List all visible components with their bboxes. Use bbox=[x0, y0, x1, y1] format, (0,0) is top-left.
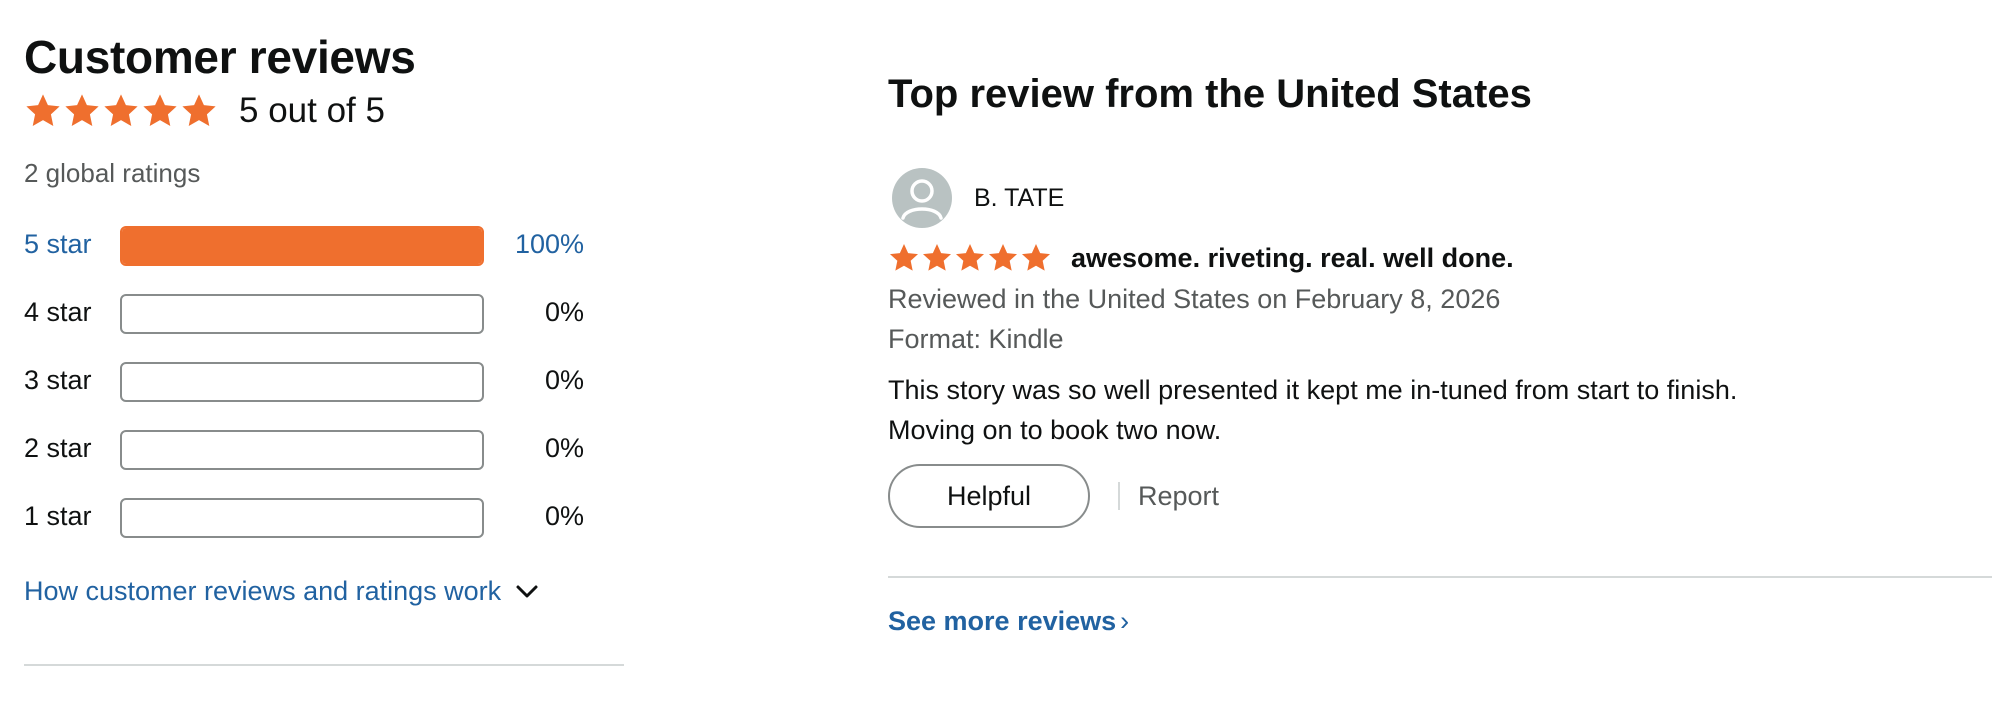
review-body: This story was so well presented it kept… bbox=[888, 370, 1888, 450]
histogram-label: 1 star bbox=[24, 501, 92, 531]
star-icon bbox=[1022, 244, 1050, 271]
divider bbox=[1118, 482, 1120, 510]
histogram-row-5-star[interactable]: 5 star 100% bbox=[24, 224, 584, 266]
average-rating-row: 5 out of 5 bbox=[24, 88, 385, 134]
star-icon bbox=[65, 94, 99, 127]
star-icon bbox=[143, 94, 177, 127]
review-rating-row: awesome. riveting. real. well done. bbox=[888, 242, 1514, 274]
see-more-reviews-link[interactable]: See more reviews › bbox=[888, 606, 1129, 637]
histogram-percent: 0% bbox=[544, 297, 584, 327]
review-format: Format: Kindle bbox=[888, 324, 1064, 354]
histogram-label: 4 star bbox=[24, 297, 92, 327]
histogram-bar bbox=[120, 430, 484, 470]
histogram-label[interactable]: 5 star bbox=[24, 224, 92, 264]
top-review-panel: Top review from the United States B. TAT… bbox=[888, 0, 1992, 702]
avatar[interactable] bbox=[892, 168, 952, 228]
report-link[interactable]: Report bbox=[1138, 481, 1219, 512]
global-ratings-count: 2 global ratings bbox=[24, 158, 201, 188]
chevron-right-icon[interactable]: › bbox=[1120, 606, 1129, 636]
star-icon bbox=[104, 94, 138, 127]
see-more-reviews-label[interactable]: See more reviews bbox=[888, 606, 1116, 636]
histogram-bar bbox=[120, 294, 484, 334]
review-headline[interactable]: awesome. riveting. real. well done. bbox=[1071, 243, 1514, 274]
star-icon bbox=[923, 244, 951, 271]
star-icon bbox=[956, 244, 984, 271]
top-review-section-title: Top review from the United States bbox=[888, 72, 1532, 116]
helpful-button[interactable]: Helpful bbox=[888, 464, 1090, 528]
review-body-line: This story was so well presented it kept… bbox=[888, 375, 1738, 405]
user-silhouette-icon bbox=[901, 179, 943, 220]
star-icon bbox=[890, 244, 918, 271]
average-stars bbox=[24, 92, 219, 130]
histogram-percent: 0% bbox=[544, 501, 584, 531]
star-icon bbox=[26, 94, 60, 127]
how-reviews-work-link[interactable]: How customer reviews and ratings work bbox=[24, 576, 539, 607]
rating-out-of-text: 5 out of 5 bbox=[239, 91, 385, 130]
histogram-percent: 0% bbox=[544, 365, 584, 395]
histogram-row-4-star: 4 star 0% bbox=[24, 292, 584, 334]
histogram-row-2-star: 2 star 0% bbox=[24, 428, 584, 470]
histogram-percent: 0% bbox=[544, 433, 584, 463]
histogram-bar bbox=[120, 362, 484, 402]
divider bbox=[888, 576, 1992, 578]
histogram-bar[interactable] bbox=[120, 226, 484, 266]
review-actions: Helpful Report bbox=[888, 464, 1219, 528]
star-icon bbox=[989, 244, 1017, 271]
histogram-row-1-star: 1 star 0% bbox=[24, 496, 584, 538]
reviewer-profile[interactable]: B. TATE bbox=[892, 168, 1064, 228]
customer-reviews-title: Customer reviews bbox=[24, 31, 416, 83]
histogram-bar-fill bbox=[122, 228, 482, 264]
divider bbox=[24, 664, 624, 666]
review-stars bbox=[888, 242, 1053, 274]
histogram-label: 2 star bbox=[24, 433, 92, 463]
star-icon bbox=[182, 94, 216, 127]
histogram-label: 3 star bbox=[24, 365, 92, 395]
chevron-down-icon[interactable] bbox=[515, 584, 539, 600]
histogram-row-3-star: 3 star 0% bbox=[24, 360, 584, 402]
reviewer-name[interactable]: B. TATE bbox=[974, 184, 1064, 213]
how-reviews-work-label[interactable]: How customer reviews and ratings work bbox=[24, 576, 501, 607]
review-body-line: Moving on to book two now. bbox=[888, 415, 1222, 445]
histogram-percent[interactable]: 100% bbox=[504, 224, 584, 264]
review-date: Reviewed in the United States on Februar… bbox=[888, 284, 1501, 314]
ratings-summary-panel: Customer reviews 5 out of 5 2 global rat… bbox=[24, 0, 624, 702]
histogram-bar bbox=[120, 498, 484, 538]
